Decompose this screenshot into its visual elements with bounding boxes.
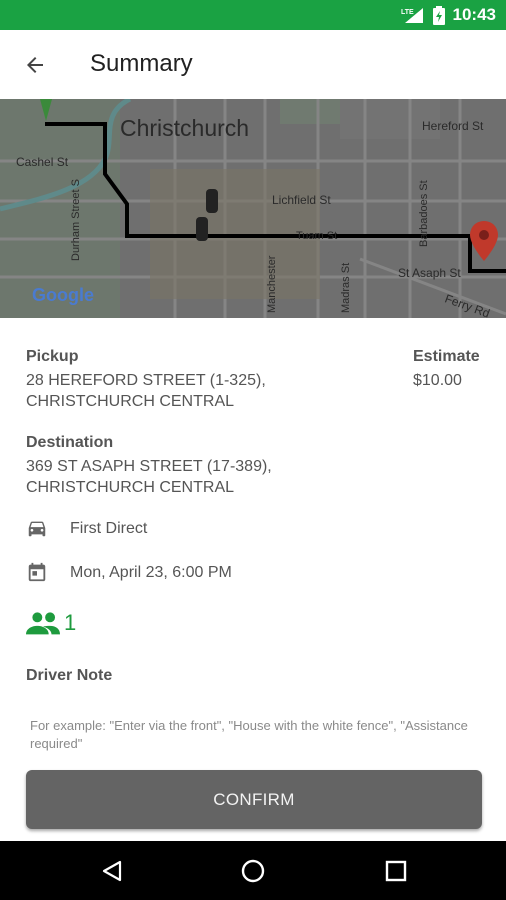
status-icons: LTE 10:43 bbox=[401, 0, 496, 30]
map-street-hereford: Hereford St bbox=[422, 119, 484, 133]
car-marker-icon bbox=[196, 217, 208, 241]
pickup-datetime: Mon, April 23, 6:00 PM bbox=[70, 564, 232, 581]
car-marker-icon bbox=[206, 189, 218, 213]
triangle-back-icon bbox=[102, 860, 122, 882]
map-street-manchester: Manchester bbox=[266, 255, 278, 313]
confirm-button[interactable]: CONFIRM bbox=[26, 770, 482, 829]
lte-signal-icon: LTE bbox=[401, 8, 423, 23]
map-street-durham: Durham Street S bbox=[70, 179, 82, 261]
svg-text:LTE: LTE bbox=[401, 9, 414, 16]
pickup-address-line1: 28 HEREFORD STREET (1-325), bbox=[26, 372, 266, 389]
map-street-madras: Madras St bbox=[340, 262, 352, 313]
nav-back-button[interactable] bbox=[94, 853, 130, 889]
map-street-st-asaph: St Asaph St bbox=[398, 266, 461, 280]
status-bar: LTE 10:43 bbox=[0, 0, 506, 30]
pickup-address-line2: CHRISTCHURCH CENTRAL bbox=[26, 393, 235, 410]
estimate-label: Estimate bbox=[413, 348, 480, 365]
map-street-cashel: Cashel St bbox=[16, 155, 69, 169]
confirm-button-label: CONFIRM bbox=[213, 789, 295, 809]
back-button[interactable] bbox=[18, 48, 52, 82]
passenger-count[interactable]: 1 bbox=[26, 610, 76, 636]
destination-address-line2: CHRISTCHURCH CENTRAL bbox=[26, 479, 235, 496]
square-recents-icon bbox=[385, 860, 407, 882]
destination-address-line1: 369 ST ASAPH STREET (17-389), bbox=[26, 458, 272, 475]
vehicle-name: First Direct bbox=[70, 520, 148, 537]
destination-label: Destination bbox=[26, 434, 114, 451]
status-time: 10:43 bbox=[452, 5, 496, 24]
page-title: Summary bbox=[90, 50, 193, 77]
calendar-icon bbox=[28, 562, 46, 582]
estimate-value: $10.00 bbox=[413, 372, 462, 389]
battery-icon bbox=[432, 5, 445, 25]
people-icon bbox=[26, 612, 60, 635]
driver-note-input[interactable]: For example: "Enter via the front", "Hou… bbox=[30, 717, 470, 753]
google-logo: Google bbox=[32, 285, 94, 305]
map-street-tuam: Tuam St bbox=[296, 230, 338, 242]
map-city-label: Christchurch bbox=[120, 115, 250, 141]
arrow-left-icon bbox=[27, 57, 43, 73]
map-street-barbadoes: Barbadoes St bbox=[418, 180, 430, 247]
app-bar: Summary bbox=[0, 30, 506, 100]
map-street-lichfield: Lichfield St bbox=[272, 193, 331, 207]
taxi-icon bbox=[28, 521, 46, 537]
passenger-count-value: 1 bbox=[64, 610, 77, 635]
nav-recents-button[interactable] bbox=[378, 853, 414, 889]
system-nav-bar bbox=[0, 841, 506, 900]
pickup-label: Pickup bbox=[26, 348, 79, 365]
nav-home-button[interactable] bbox=[235, 853, 271, 889]
route-map[interactable]: Christchurch Hereford St Cashel St Lichf… bbox=[0, 99, 506, 318]
circle-home-icon bbox=[241, 859, 265, 883]
driver-note-label: Driver Note bbox=[26, 667, 113, 684]
